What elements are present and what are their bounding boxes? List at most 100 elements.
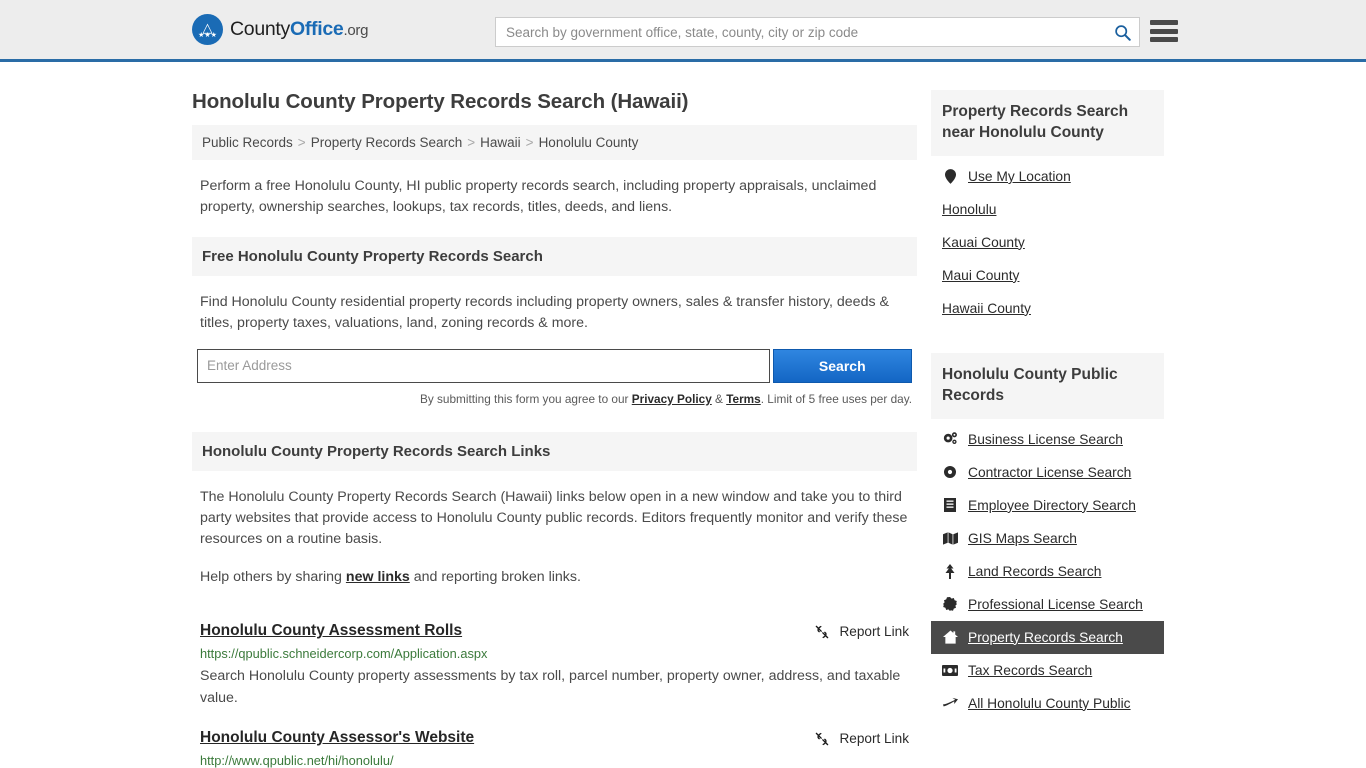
form-legal-note: By submitting this form you agree to our… — [192, 392, 912, 406]
result-item: Honolulu County Assessor's Website Repor… — [200, 709, 909, 768]
sidebar-item-label: Maui County — [942, 267, 1020, 283]
breadcrumb-separator: > — [525, 135, 534, 150]
hamburger-bar — [1150, 28, 1178, 34]
sidebar-item-label: Employee Directory Search — [968, 497, 1136, 513]
help-suffix: and reporting broken links. — [409, 568, 581, 585]
breadcrumb-item-public-records[interactable]: Public Records — [202, 135, 293, 150]
search-input[interactable] — [496, 18, 1105, 46]
terms-link[interactable]: Terms — [726, 392, 761, 406]
sidebar-item-label: Business License Search — [968, 431, 1123, 447]
result-item: Honolulu County Assessment Rolls Report … — [200, 602, 909, 709]
breadcrumb-item-property-records-search[interactable]: Property Records Search — [311, 135, 463, 150]
result-title-link[interactable]: Honolulu County Assessor's Website — [200, 729, 474, 747]
sidebar-item-professional-license-search[interactable]: Professional License Search — [931, 588, 1164, 621]
sidebar-item-label: Land Records Search — [968, 563, 1102, 579]
sidebar-item-tax-records-search[interactable]: Tax Records Search — [931, 654, 1164, 687]
links-section-paragraph: The Honolulu County Property Records Sea… — [200, 488, 908, 548]
report-link-button[interactable]: Report Link — [814, 622, 909, 640]
sidebar-item-honolulu[interactable]: Honolulu — [931, 193, 1164, 226]
near-county-panel: Property Records Search near Honolulu Co… — [931, 90, 1164, 325]
certificate-icon — [942, 597, 958, 612]
public-records-heading: Honolulu County Public Records — [931, 352, 1164, 419]
report-link-label: Report Link — [839, 731, 909, 747]
address-search-button[interactable]: Search — [772, 348, 912, 383]
sidebar-item-kauai-county[interactable]: Kauai County — [931, 226, 1164, 259]
broken-link-icon — [816, 732, 829, 746]
site-header: △ ★★★ CountyOffice.org — [0, 0, 1366, 62]
page-title: Honolulu County Property Records Search … — [192, 90, 689, 113]
logo-wordmark: CountyOffice.org — [230, 18, 368, 41]
sidebar-item-employee-directory-search[interactable]: Employee Directory Search — [931, 489, 1164, 522]
logo-part-org: .org — [343, 22, 369, 39]
page-intro-text: Perform a free Honolulu County, HI publi… — [200, 178, 877, 215]
map-icon — [942, 532, 958, 545]
note-suffix: . Limit of 5 free uses per day. — [760, 391, 912, 406]
result-title-link[interactable]: Honolulu County Assessment Rolls — [200, 622, 462, 640]
sidebar-item-label: Honolulu — [942, 201, 997, 217]
address-input[interactable] — [197, 348, 770, 383]
sidebar-item-label: Professional License Search — [968, 596, 1143, 612]
map-pin-icon — [942, 169, 958, 184]
tree-icon — [942, 563, 958, 579]
near-county-list: Use My Location Honolulu Kauai County Ma… — [931, 156, 1164, 325]
book-icon — [942, 498, 958, 513]
links-section-help-text: Help others by sharing new links and rep… — [200, 567, 909, 588]
sidebar-item-label: Kauai County — [942, 234, 1025, 250]
search-submit-button[interactable] — [1105, 18, 1139, 46]
eagle-logo-icon: △ ★★★ — [192, 14, 223, 45]
sidebar-item-business-license-search[interactable]: Business License Search — [931, 423, 1164, 456]
public-records-list: Business License Search Contractor Licen… — [931, 419, 1164, 720]
result-url: http://www.qpublic.net/hi/honolulu/ — [200, 752, 394, 768]
breadcrumb-item-honolulu-county[interactable]: Honolulu County — [539, 135, 639, 150]
breadcrumb: Public Records > Property Records Search > H… — [192, 125, 917, 160]
main-content: Honolulu County Property Records Search … — [192, 62, 917, 768]
sidebar-item-label: Hawaii County — [942, 300, 1031, 316]
result-description: Search Honolulu County property assessme… — [200, 667, 901, 706]
sidebar-item-label: All Honolulu County Public — [968, 695, 1131, 711]
global-search-bar[interactable] — [495, 17, 1140, 47]
search-icon — [1114, 24, 1131, 41]
note-prefix: By submitting this form you agree to our — [419, 391, 632, 406]
privacy-policy-link[interactable]: Privacy Policy — [632, 392, 712, 406]
public-records-panel: Honolulu County Public Records Business … — [931, 352, 1164, 720]
home-icon — [942, 630, 958, 644]
sidebar-item-label: Tax Records Search — [968, 662, 1093, 678]
breadcrumb-separator: > — [467, 135, 476, 150]
sidebar-item-label: Contractor License Search — [968, 464, 1132, 480]
cog-icon — [942, 465, 958, 479]
sidebar: Property Records Search near Honolulu Co… — [931, 62, 1164, 768]
note-amp: & — [711, 391, 727, 406]
result-header-row: Honolulu County Assessment Rolls Report … — [200, 622, 909, 640]
free-search-heading: Free Honolulu County Property Records Se… — [192, 237, 917, 277]
report-link-button[interactable]: Report Link — [814, 729, 909, 747]
broken-link-icon — [816, 625, 829, 639]
new-links-link[interactable]: new links — [346, 569, 410, 585]
sidebar-item-property-records-search[interactable]: Property Records Search — [931, 620, 1164, 654]
sidebar-item-use-my-location[interactable]: Use My Location — [931, 160, 1164, 193]
sidebar-item-hawaii-county[interactable]: Hawaii County — [931, 292, 1164, 325]
sidebar-item-land-records-search[interactable]: Land Records Search — [931, 555, 1164, 588]
breadcrumb-item-hawaii[interactable]: Hawaii — [480, 135, 521, 150]
hamburger-bar — [1150, 37, 1178, 42]
cogs-icon — [942, 432, 958, 446]
near-county-heading: Property Records Search near Honolulu Co… — [931, 90, 1164, 156]
sidebar-item-contractor-license-search[interactable]: Contractor License Search — [931, 456, 1164, 489]
result-header-row: Honolulu County Assessor's Website Repor… — [200, 729, 909, 747]
report-link-label: Report Link — [839, 624, 909, 640]
sidebar-item-all-public-records[interactable]: All Honolulu County Public — [931, 687, 1164, 720]
site-logo[interactable]: △ ★★★ CountyOffice.org — [192, 14, 368, 45]
hamburger-menu-icon[interactable] — [1150, 18, 1178, 44]
sidebar-item-label: Property Records Search — [968, 629, 1123, 645]
sidebar-item-gis-maps-search[interactable]: GIS Maps Search — [931, 522, 1164, 555]
address-search-form: Search — [197, 348, 912, 383]
logo-part-office: Office — [290, 18, 344, 40]
hamburger-bar — [1150, 20, 1178, 25]
page-container: Honolulu County Property Records Search … — [0, 62, 1366, 768]
sidebar-item-label: Use My Location — [968, 168, 1071, 184]
money-icon — [942, 664, 958, 676]
logo-part-county: County — [230, 18, 290, 40]
breadcrumb-separator: > — [297, 135, 306, 150]
result-url: https://qpublic.schneidercorp.com/Applic… — [200, 645, 488, 661]
sidebar-item-maui-county[interactable]: Maui County — [931, 259, 1164, 292]
free-search-description: Find Honolulu County residential propert… — [200, 294, 889, 332]
